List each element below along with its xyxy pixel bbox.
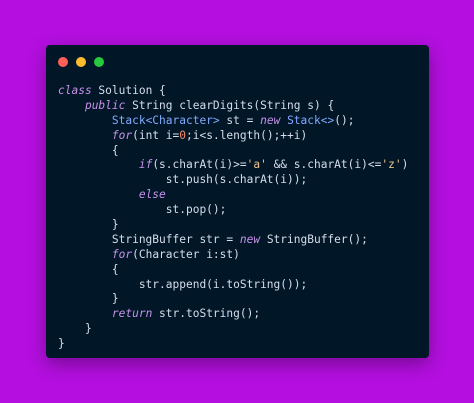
code-token: Stack<Character> <box>111 113 220 127</box>
code-line: } <box>58 322 408 337</box>
code-token: new <box>260 113 281 127</box>
maximize-dot-icon[interactable] <box>94 57 104 67</box>
code-token: class <box>58 84 92 97</box>
close-dot-icon[interactable] <box>58 57 68 67</box>
minimize-dot-icon[interactable] <box>76 57 86 67</box>
code-line: { <box>58 144 408 159</box>
code-token: (Character i:st) <box>132 247 240 261</box>
code-line: return str.toString(); <box>58 307 408 322</box>
code-token: String clearDigits(String s) { <box>125 98 335 112</box>
code-token: st.pop(); <box>58 203 227 217</box>
code-token: (); <box>334 113 355 127</box>
code-window: class Solution { public String clearDigi… <box>46 45 429 358</box>
code-token: Solution { <box>91 84 166 97</box>
code-line: class Solution { <box>58 84 408 99</box>
code-line: st.pop(); <box>58 203 408 218</box>
code-line: str.append(i.toString()); <box>58 278 408 293</box>
code-token: { <box>58 143 119 157</box>
code-token: StringBuffer(); <box>260 232 368 246</box>
code-token: ) <box>401 158 409 172</box>
code-token: st = <box>219 113 261 127</box>
code-token: str.append(i.toString()); <box>58 277 308 291</box>
code-line: if(s.charAt(i)>='a' && s.charAt(i)<='z') <box>58 158 408 173</box>
code-line: st.push(s.charAt(i)); <box>58 173 408 188</box>
code-token: } <box>58 218 119 232</box>
code-line: } <box>58 292 408 307</box>
code-token: public <box>84 98 126 112</box>
code-token: if <box>138 158 153 172</box>
code-token: && s.charAt(i)<= <box>266 158 382 172</box>
code-line: for(int i=0;i<s.length();++i) <box>58 129 408 144</box>
code-line: for(Character i:st) <box>58 248 408 263</box>
code-token: } <box>58 322 92 336</box>
code-line: Stack<Character> st = new Stack<>(); <box>58 114 408 129</box>
code-token: new <box>239 232 261 246</box>
code-line: public String clearDigits(String s) { <box>58 99 408 114</box>
code-line: { <box>58 263 408 278</box>
code-block: class Solution { public String clearDigi… <box>58 84 408 352</box>
code-token: (s.charAt(i)>= <box>152 158 247 172</box>
code-token: 0 <box>179 128 187 142</box>
code-token: StringBuffer str = <box>58 232 240 246</box>
code-token: st.push(s.charAt(i)); <box>58 173 308 187</box>
code-token: str.toString(); <box>152 307 261 321</box>
code-line: } <box>58 218 408 233</box>
code-token: } <box>58 292 119 306</box>
code-token: for <box>111 247 133 261</box>
code-line: StringBuffer str = new StringBuffer(); <box>58 233 408 248</box>
code-token: for <box>111 128 133 142</box>
code-token: else <box>138 188 166 202</box>
code-token: } <box>58 337 65 351</box>
code-token: { <box>58 262 119 276</box>
code-line: } <box>58 337 408 352</box>
code-token: 'z' <box>381 158 402 172</box>
code-token: Stack<> <box>287 113 335 127</box>
window-controls <box>58 57 104 67</box>
code-token: 'a' <box>246 158 267 172</box>
code-line: else <box>58 188 408 203</box>
code-token: return <box>111 307 153 321</box>
code-token: (int i= <box>132 128 180 142</box>
code-token: ;i<s.length();++i) <box>186 128 308 142</box>
